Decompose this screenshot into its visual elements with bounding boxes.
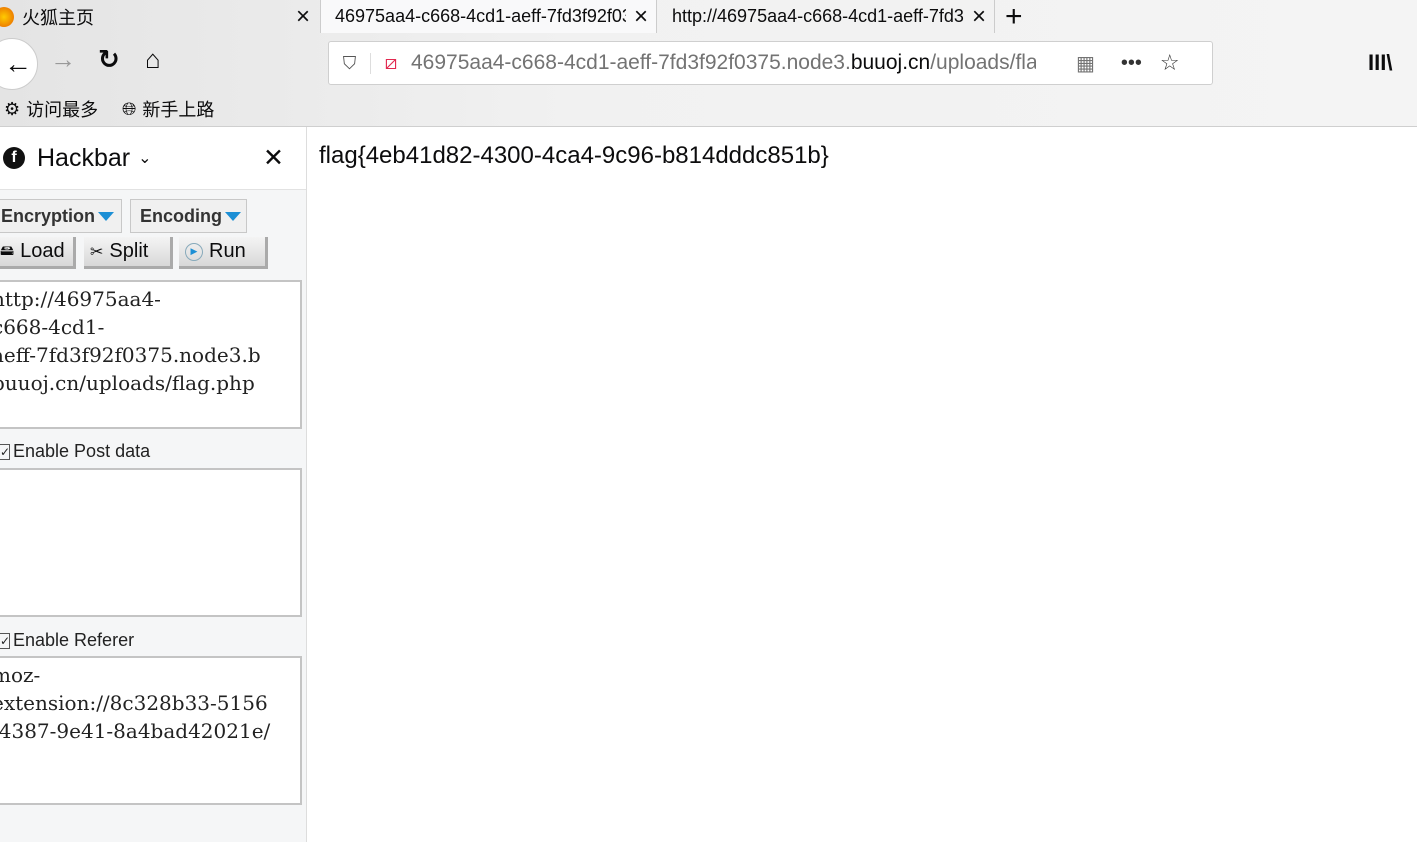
- page-content-flag: flag{4eb41d82-4300-4ca4-9c96-b814dddc851…: [319, 142, 829, 169]
- home-button[interactable]: ⌂: [145, 44, 161, 75]
- qr-code-icon[interactable]: ▦: [1076, 51, 1095, 76]
- dropdown-arrow-icon: [225, 211, 241, 221]
- tab-active[interactable]: 46975aa4-c668-4cd1-aeff-7fd3f92f0375 ×: [320, 0, 657, 33]
- hackbar-title[interactable]: Hackbar: [37, 144, 130, 173]
- dropdown-arrow-icon: [98, 211, 115, 221]
- encryption-dropdown[interactable]: Encryption: [0, 199, 122, 233]
- hackbar-sidebar: f Hackbar ⌄ ✕ Encryption Encoding 🖴 Load …: [0, 127, 307, 842]
- enable-referer-checkbox[interactable]: ✓ Enable Referer: [0, 630, 134, 651]
- globe-icon: 🌐︎: [122, 98, 137, 119]
- load-icon: 🖴: [0, 241, 15, 258]
- checkbox[interactable]: ✓: [0, 632, 10, 649]
- hackbar-logo-icon: f: [3, 147, 25, 169]
- bookmark-star-icon[interactable]: ☆: [1160, 50, 1180, 76]
- close-tab-icon[interactable]: ×: [626, 3, 656, 31]
- tab-2[interactable]: http://46975aa4-c668-4cd1-aeff-7fd3f92f0…: [658, 0, 995, 33]
- checkbox[interactable]: ✓: [0, 443, 10, 460]
- run-button[interactable]: ▶ Run: [179, 237, 268, 269]
- back-button[interactable]: ←: [0, 38, 38, 90]
- gear-icon: ⚙: [4, 98, 21, 119]
- browser-chrome: 火狐主页 × 46975aa4-c668-4cd1-aeff-7fd3f92f0…: [0, 0, 1417, 127]
- library-icon[interactable]: III\: [1368, 50, 1392, 76]
- close-tab-icon[interactable]: ×: [288, 3, 318, 31]
- tab-home[interactable]: 火狐主页 ×: [0, 0, 318, 33]
- url-text[interactable]: 46975aa4-c668-4cd1-aeff-7fd3f92f0375.nod…: [411, 51, 1036, 75]
- hackbar-header: f Hackbar ⌄ ✕: [0, 127, 306, 190]
- url-bar[interactable]: ⛉ ⧄ 46975aa4-c668-4cd1-aeff-7fd3f92f0375…: [328, 41, 1213, 85]
- split-button[interactable]: ✂ Split: [84, 237, 173, 269]
- post-data-textarea[interactable]: [0, 468, 302, 617]
- encoding-dropdown[interactable]: Encoding: [130, 199, 247, 233]
- url-textarea[interactable]: http://46975aa4- c668-4cd1- aeff-7fd3f92…: [0, 280, 302, 429]
- bookmark-getting-started[interactable]: 🌐︎ 新手上路: [122, 96, 214, 122]
- reload-button[interactable]: ↻: [98, 44, 120, 75]
- enable-post-checkbox[interactable]: ✓ Enable Post data: [0, 441, 150, 462]
- run-icon: ▶: [185, 242, 203, 261]
- close-tab-icon[interactable]: ×: [964, 3, 994, 31]
- close-sidebar-icon[interactable]: ✕: [263, 143, 284, 173]
- insecure-lock-icon[interactable]: ⧄: [371, 52, 411, 75]
- scissors-icon: ✂: [90, 243, 104, 261]
- load-button[interactable]: 🖴 Load: [0, 237, 76, 269]
- forward-button[interactable]: →: [50, 44, 76, 75]
- new-tab-button[interactable]: +: [1005, 0, 1035, 33]
- bookmark-most-visited[interactable]: ⚙ 访问最多: [4, 96, 98, 122]
- more-actions-icon[interactable]: •••: [1121, 52, 1142, 75]
- chevron-down-icon[interactable]: ⌄: [138, 148, 151, 168]
- shield-icon[interactable]: ⛉: [329, 52, 371, 74]
- referer-textarea[interactable]: moz- extension://8c328b33-5156 -4387-9e4…: [0, 656, 302, 805]
- firefox-icon: [0, 6, 14, 27]
